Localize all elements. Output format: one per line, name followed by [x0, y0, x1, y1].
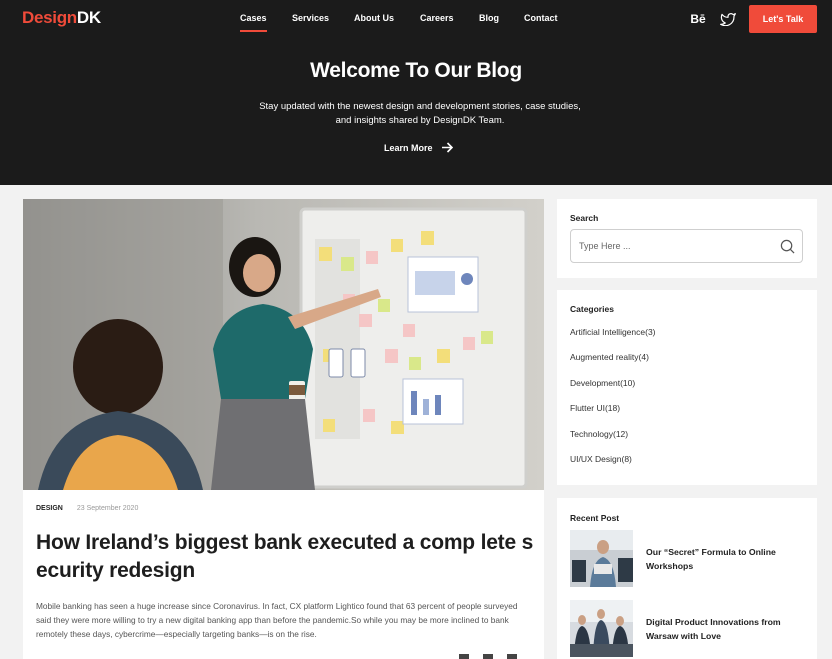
categories-widget: Categories Artificial Intelligence(3) Au…: [557, 290, 817, 485]
learn-more-label: Learn More: [384, 142, 433, 153]
category-item-technology[interactable]: Technology(12): [570, 429, 656, 454]
categories-widget-title: Categories: [570, 304, 614, 314]
post-title[interactable]: How Ireland’s biggest bank executed a co…: [36, 529, 536, 585]
category-item-development[interactable]: Development(10): [570, 378, 656, 403]
nav-item-careers[interactable]: Careers: [420, 13, 454, 23]
twitter-icon[interactable]: [719, 11, 737, 27]
recent-post-thumbnail[interactable]: [570, 530, 633, 587]
nav-item-cases[interactable]: Cases: [240, 13, 267, 32]
arrow-right-icon: [441, 142, 453, 153]
recent-post-item[interactable]: Digital Product Innovations from Warsaw …: [570, 600, 806, 657]
bookmark-icon[interactable]: [483, 654, 493, 659]
search-box: [570, 229, 803, 263]
more-icon[interactable]: [507, 654, 517, 659]
post-category-tag[interactable]: DESIGN: [36, 505, 63, 512]
hero-subtitle: Stay updated with the newest design and …: [259, 101, 581, 126]
category-item-ui-ux-design[interactable]: UI/UX Design(8): [570, 454, 656, 479]
hero-title: Welcome To Our Blog: [310, 59, 522, 82]
lets-talk-button[interactable]: Let's Talk: [749, 5, 817, 33]
recent-post-title[interactable]: Digital Product Innovations from Warsaw …: [646, 600, 806, 643]
search-icon[interactable]: [779, 238, 796, 255]
recent-post-thumbnail[interactable]: [570, 600, 633, 657]
search-widget: Search: [557, 199, 817, 278]
post-excerpt: Mobile banking has seen a huge increase …: [36, 601, 518, 639]
recent-posts-title: Recent Post: [570, 513, 620, 523]
search-input[interactable]: [579, 230, 769, 262]
learn-more-link[interactable]: Learn More: [384, 142, 453, 153]
featured-post-card[interactable]: DESIGN 23 September 2020 How Ireland’s b…: [23, 199, 544, 659]
post-meta: DESIGN 23 September 2020: [36, 505, 138, 512]
behance-icon[interactable]: Bē: [689, 11, 707, 27]
nav-item-blog[interactable]: Blog: [479, 13, 499, 23]
nav-item-services[interactable]: Services: [292, 13, 329, 23]
recent-post-title[interactable]: Our “Secret” Formula to Online Workshops: [646, 530, 806, 573]
share-icon[interactable]: [459, 654, 469, 659]
nav-item-contact[interactable]: Contact: [524, 13, 558, 23]
recent-post-item[interactable]: Our “Secret” Formula to Online Workshops: [570, 530, 806, 587]
recent-posts-widget: Recent Post Our “Secret” Formula to Onli…: [557, 498, 817, 659]
category-item-artificial-intelligence[interactable]: Artificial Intelligence(3): [570, 327, 656, 352]
search-widget-title: Search: [570, 213, 599, 223]
hero-section: DesignDK Cases Services About Us Careers…: [0, 0, 832, 185]
post-image: [23, 199, 544, 490]
nav-item-about-us[interactable]: About Us: [354, 13, 394, 23]
post-date: 23 September 2020: [76, 505, 139, 512]
category-item-flutter-ui[interactable]: Flutter UI(18): [570, 403, 656, 428]
category-item-augmented-reality[interactable]: Augmented reality(4): [570, 352, 656, 377]
main-nav: Cases Services About Us Careers Blog Con…: [0, 13, 832, 33]
category-list: Artificial Intelligence(3) Augmented rea…: [570, 327, 656, 479]
share-icons: [459, 654, 517, 659]
